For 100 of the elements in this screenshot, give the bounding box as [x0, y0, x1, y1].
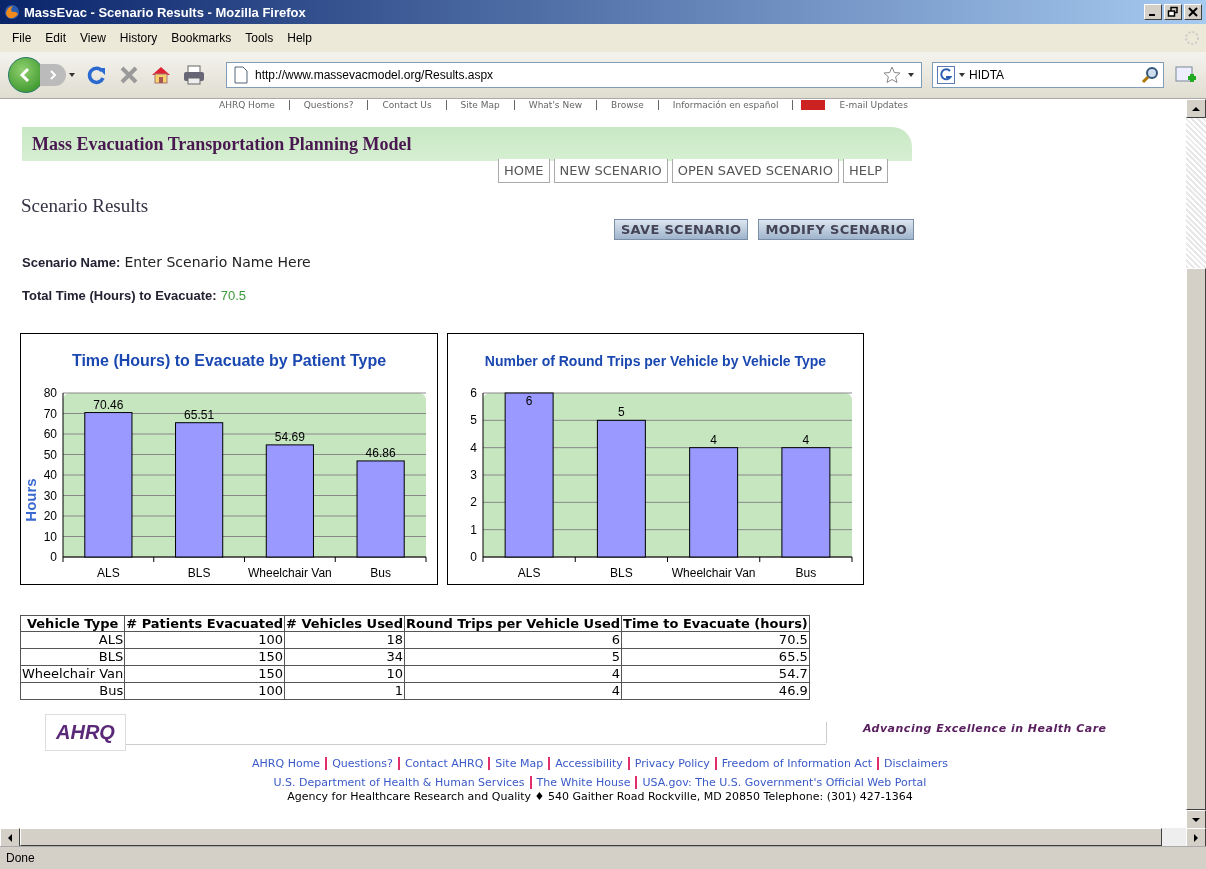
nav-button[interactable]: HELP	[842, 159, 888, 183]
footer-link[interactable]: Disclaimers	[879, 757, 953, 770]
x-tick-label: Bus	[795, 566, 817, 580]
y-tick-label: 40	[43, 468, 57, 482]
caret-icon[interactable]	[68, 71, 76, 79]
scroll-left-icon[interactable]	[6, 833, 14, 842]
footer-link[interactable]: Questions?	[327, 757, 400, 770]
footer-link[interactable]: Accessibility	[550, 757, 630, 770]
x-tick-label: Wheelchair Van	[247, 566, 332, 580]
horizontal-scrollbar[interactable]	[0, 828, 1206, 846]
table-cell: 100	[124, 631, 285, 649]
header-link[interactable]: Questions?	[289, 100, 369, 110]
table-cell: 150	[124, 665, 285, 683]
table-cell: 150	[124, 648, 285, 666]
status-text: Done	[6, 851, 35, 865]
table-cell: 34	[284, 648, 405, 666]
data-label: 4	[802, 432, 810, 447]
column-header: Round Trips per Vehicle Used	[404, 615, 622, 632]
search-field[interactable]: HIDTA	[932, 62, 1164, 88]
header-link[interactable]: Información en español	[658, 100, 794, 110]
menu-item[interactable]: View	[74, 29, 112, 47]
menu-item[interactable]: Tools	[239, 29, 280, 47]
header-link[interactable]: Browse	[597, 100, 659, 110]
table-cell: 100	[124, 682, 285, 700]
table-cell: 4	[404, 665, 622, 683]
y-tick-label: 0	[470, 550, 477, 564]
nav-button[interactable]: HOME	[498, 159, 550, 183]
table-cell: Bus	[20, 682, 125, 700]
menu-item[interactable]: History	[113, 29, 164, 47]
y-tick-label: 1	[470, 522, 477, 537]
close-icon[interactable]	[1184, 4, 1202, 20]
printer-icon[interactable]	[182, 64, 206, 86]
menu-item[interactable]: File	[6, 29, 38, 47]
home-icon[interactable]	[150, 64, 172, 86]
menu-item[interactable]: Edit	[39, 29, 73, 47]
x-tick-label: BLS	[610, 566, 633, 580]
footer-link[interactable]: Freedom of Information Act	[716, 757, 880, 770]
header-link[interactable]: What's New	[514, 100, 598, 110]
footer-link[interactable]: Contact AHRQ	[399, 757, 491, 770]
y-tick-label: 2	[470, 495, 477, 510]
table-cell: 1	[284, 682, 405, 700]
scroll-up-icon[interactable]	[1192, 104, 1200, 113]
site-title: Mass Evacuation Transportation Planning Model	[32, 133, 412, 155]
window-title: MassEvac - Scenario Results - Mozilla Firefox	[24, 4, 306, 20]
minimize-icon[interactable]	[1144, 4, 1162, 20]
header-link[interactable]: Site Map	[446, 100, 515, 110]
y-tick-label: 5	[470, 413, 477, 428]
footer-link[interactable]: USA.gov: The U.S. Government's Official Web Portal	[637, 776, 932, 789]
table-cell: 54.7	[621, 665, 810, 683]
reload-icon[interactable]	[86, 64, 108, 86]
footer-link[interactable]: The White House	[531, 776, 638, 789]
search-icon[interactable]	[1141, 66, 1159, 84]
table-cell: Wheelchair Van	[20, 665, 125, 683]
field-label: Scenario Name:	[22, 255, 121, 270]
footer-link[interactable]: U.S. Department of Health & Human Services	[268, 776, 532, 789]
data-label: 65.51	[184, 407, 215, 422]
footer-link[interactable]: Site Map	[490, 757, 551, 770]
y-tick-label: 0	[50, 550, 57, 564]
y-tick-label: 70	[43, 406, 57, 421]
scroll-right-icon[interactable]	[1192, 833, 1200, 842]
table-cell: 6	[404, 631, 622, 649]
x-tick-label: Bus	[370, 566, 391, 580]
nav-button[interactable]: OPEN SAVED SCENARIO	[671, 159, 839, 183]
caret-icon[interactable]	[907, 71, 915, 79]
action-button[interactable]: SAVE SCENARIO	[613, 219, 749, 240]
menu-item[interactable]: Bookmarks	[165, 29, 238, 47]
caret-icon[interactable]	[958, 71, 966, 79]
y-tick-label: 30	[43, 488, 57, 503]
table-cell: 70.5	[621, 631, 810, 649]
restore-icon[interactable]	[1164, 4, 1182, 20]
field-label: Total Time (Hours) to Evacuate:	[22, 288, 217, 303]
scenario-name: Enter Scenario Name Here	[124, 254, 311, 270]
y-tick-label: 4	[470, 440, 477, 455]
table-cell: 65.5	[621, 648, 810, 666]
table-cell: 5	[404, 648, 622, 666]
data-label: 4	[710, 432, 717, 447]
nav-button[interactable]: NEW SCENARIO	[553, 159, 668, 183]
menu-item[interactable]: Help	[281, 29, 318, 47]
table-cell: BLS	[20, 648, 125, 666]
table-cell: 46.9	[621, 682, 810, 700]
x-tick-label: Wheelchair Van	[671, 566, 756, 580]
star-icon[interactable]	[883, 66, 901, 84]
header-link[interactable]: Contact Us	[368, 100, 447, 110]
vertical-scrollbar[interactable]	[1186, 99, 1206, 828]
footer-link[interactable]: AHRQ Home	[247, 757, 328, 770]
scroll-down-icon[interactable]	[1192, 815, 1200, 824]
logo[interactable]: AHRQ	[45, 714, 126, 751]
data-label: 5	[618, 405, 625, 420]
spinner-icon	[1184, 30, 1200, 46]
data-label: 54.69	[274, 429, 305, 444]
globe-icon	[4, 4, 20, 20]
column-header: # Patients Evacuated	[124, 615, 285, 632]
footer-link[interactable]: Privacy Policy	[629, 757, 717, 770]
column-header: # Vehicles Used	[284, 615, 405, 632]
x-tick-label: ALS	[517, 566, 541, 580]
header-link[interactable]: AHRQ Home	[205, 100, 290, 110]
header-link[interactable]: E-mail Updates	[825, 100, 922, 110]
table-cell: ALS	[20, 631, 125, 649]
action-button[interactable]: MODIFY SCENARIO	[758, 219, 914, 240]
address-bar[interactable]: http://www.massevacmodel.org/Results.aspx	[226, 62, 922, 88]
